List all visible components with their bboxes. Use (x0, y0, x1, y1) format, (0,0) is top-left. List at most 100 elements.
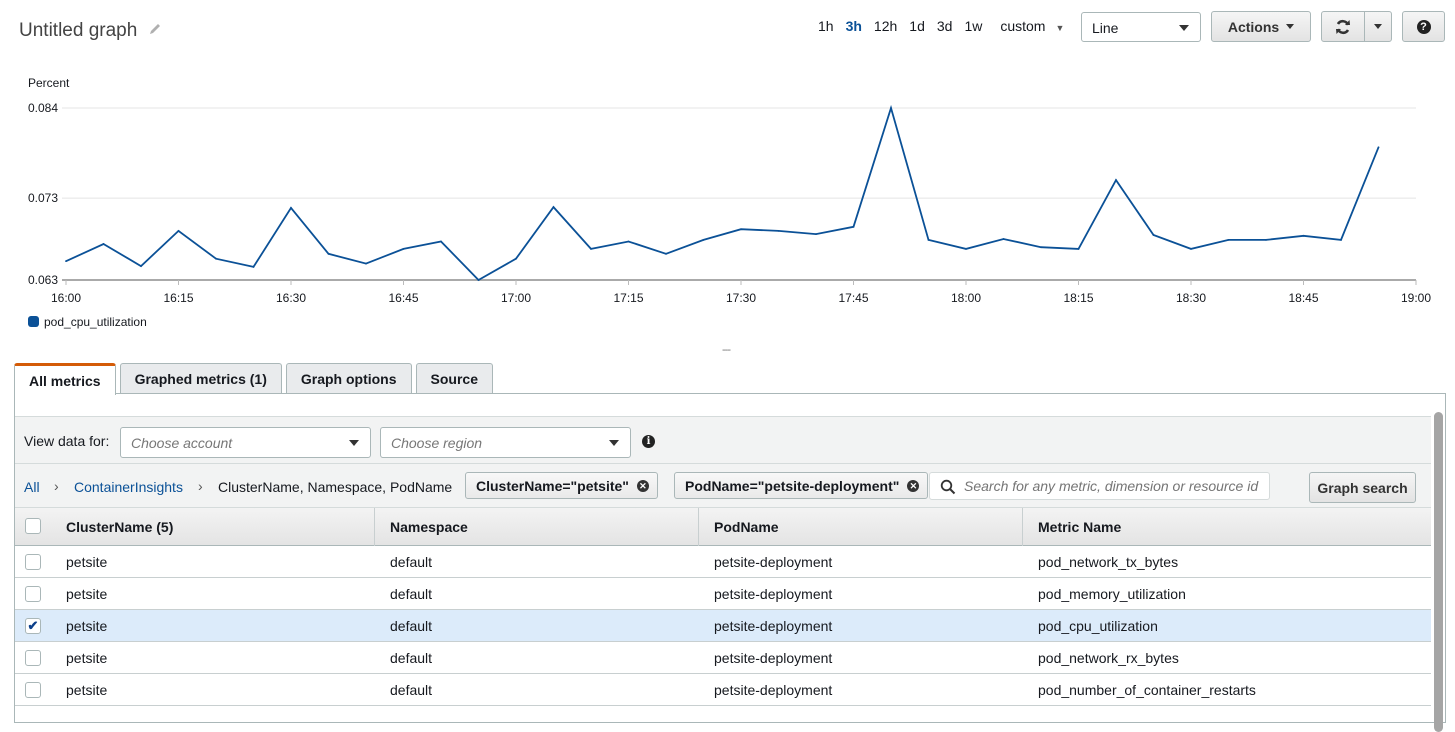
cell-namespace: default (390, 554, 433, 570)
scrollbar[interactable] (1434, 412, 1443, 732)
remove-filter-icon[interactable]: ✕ (907, 479, 920, 492)
x-tick-label: 19:00 (1401, 291, 1431, 305)
account-select[interactable]: Choose account (120, 427, 371, 458)
metric-search-input[interactable] (962, 476, 1267, 496)
tab-bar: All metrics Graphed metrics (1) Graph op… (14, 363, 497, 395)
tab-graph-options[interactable]: Graph options (285, 363, 412, 394)
x-tick-label: 16:45 (388, 291, 418, 305)
cell-namespace: default (390, 682, 433, 698)
data-point (740, 228, 742, 231)
table-row[interactable]: petsite default petsite-deployment pod_numb… (15, 674, 1431, 706)
y-tick-label: 0.084 (28, 101, 58, 115)
tab-source[interactable]: Source (415, 363, 493, 394)
x-tick-label: 18:15 (1063, 291, 1093, 305)
cell-namespace: default (390, 618, 433, 634)
data-point (1377, 146, 1380, 149)
y-tick-label: 0.073 (28, 191, 58, 205)
metric-search-box[interactable] (929, 472, 1270, 500)
data-point (440, 240, 442, 243)
filter-pill-label: ClusterName="petsite" (476, 477, 629, 494)
table-header: ClusterName (5) Namespace PodName Metric… (15, 508, 1431, 546)
filter-pill-pod: PodName="petsite-deployment" ✕ (674, 472, 929, 499)
x-tick-label: 16:30 (276, 291, 306, 305)
data-point (965, 247, 967, 250)
x-tick-label: 17:15 (613, 291, 643, 305)
data-point (852, 225, 855, 228)
row-checkbox[interactable] (25, 586, 41, 602)
breadcrumb-namespace[interactable]: ContainerInsights (74, 479, 183, 495)
legend-label[interactable]: pod_cpu_utilization (44, 315, 147, 329)
column-label: ClusterName (5) (66, 519, 174, 535)
resize-handle[interactable]: --- (722, 344, 731, 356)
cell-podname: petsite-deployment (714, 650, 833, 666)
filter-pill-label: PodName="petsite-deployment" (685, 477, 900, 494)
data-point (1190, 247, 1192, 250)
all-metrics-panel: View data for: Choose account Choose reg… (14, 393, 1446, 732)
line-chart: Percent 0.0840.0730.063 16:00 16:15 16:30 1… (28, 76, 1431, 329)
table-row[interactable]: petsite default petsite-deployment pod_memo… (15, 578, 1431, 610)
cell-podname: petsite-deployment (714, 682, 833, 698)
data-point (1115, 179, 1117, 181)
series-line-pod_cpu_utilization (65, 104, 1380, 282)
data-point (665, 252, 667, 255)
column-header-podname[interactable]: PodName (699, 508, 1023, 546)
graph-search-button[interactable]: Graph search (1309, 472, 1416, 503)
cell-clustername: petsite (66, 586, 108, 602)
select-all-checkbox[interactable] (25, 518, 41, 534)
data-point (515, 257, 517, 260)
cell-clustername: petsite (66, 682, 108, 698)
row-checkbox[interactable]: ✔ (25, 618, 41, 634)
data-point (402, 247, 405, 250)
data-point (702, 238, 705, 241)
data-point (777, 229, 780, 232)
data-point (1152, 234, 1155, 236)
y-axis-ticks: 0.084 0.073 0.063 (28, 101, 58, 287)
data-point (327, 252, 330, 255)
data-point (477, 279, 480, 281)
table-row[interactable]: petsite default petsite-deployment pod_netw… (15, 642, 1431, 674)
data-point (177, 229, 180, 232)
data-point (1302, 234, 1305, 237)
row-checkbox[interactable] (25, 650, 41, 666)
column-label: PodName (714, 519, 779, 535)
data-point (927, 238, 930, 241)
column-label: Namespace (390, 519, 468, 535)
row-checkbox[interactable] (25, 682, 41, 698)
series-layer (65, 104, 1380, 282)
row-checkbox[interactable] (25, 554, 41, 570)
tab-graphed-metrics[interactable]: Graphed metrics (1) (119, 363, 282, 394)
data-point (552, 206, 555, 209)
data-point (65, 260, 67, 263)
cell-metric-name: pod_cpu_utilization (1038, 618, 1158, 634)
x-tick-label: 18:00 (951, 291, 981, 305)
view-data-bar: View data for: Choose account Choose reg… (15, 416, 1431, 464)
breadcrumb-all[interactable]: All (24, 479, 40, 495)
cell-metric-name: pod_network_tx_bytes (1038, 554, 1179, 570)
cell-podname: petsite-deployment (714, 586, 833, 602)
table-row[interactable]: ✔ petsite default petsite-deployment pod_cpu… (15, 610, 1431, 642)
data-point (1265, 238, 1267, 241)
x-tick-label: 17:00 (501, 291, 531, 305)
column-header-namespace[interactable]: Namespace (375, 508, 699, 546)
x-tick-label: 17:30 (726, 291, 756, 305)
gridlines (62, 107, 1416, 281)
table-row[interactable]: petsite default petsite-deployment pod_netw… (15, 546, 1431, 578)
filter-pill-cluster: ClusterName="petsite" ✕ (465, 472, 658, 499)
cell-podname: petsite-deployment (714, 618, 833, 634)
tab-all-metrics[interactable]: All metrics (14, 363, 116, 395)
data-point (1077, 247, 1080, 250)
column-header-clustername[interactable]: ClusterName (5) (51, 508, 375, 546)
info-icon[interactable]: i (642, 435, 655, 448)
breadcrumb-dimensions: ClusterName, Namespace, PodName (218, 479, 453, 495)
search-icon (940, 479, 956, 495)
view-data-label: View data for: (24, 433, 110, 449)
y-tick-label: 0.063 (28, 273, 58, 287)
remove-filter-icon[interactable]: ✕ (636, 479, 649, 492)
column-header-metric-name[interactable]: Metric Name (1023, 508, 1431, 546)
cell-clustername: petsite (66, 650, 108, 666)
region-select[interactable]: Choose region (380, 427, 631, 458)
column-label: Metric Name (1038, 519, 1122, 535)
x-tick-label: 18:45 (1288, 291, 1318, 305)
breadcrumb-separator: › (54, 478, 59, 494)
data-point (627, 240, 630, 243)
